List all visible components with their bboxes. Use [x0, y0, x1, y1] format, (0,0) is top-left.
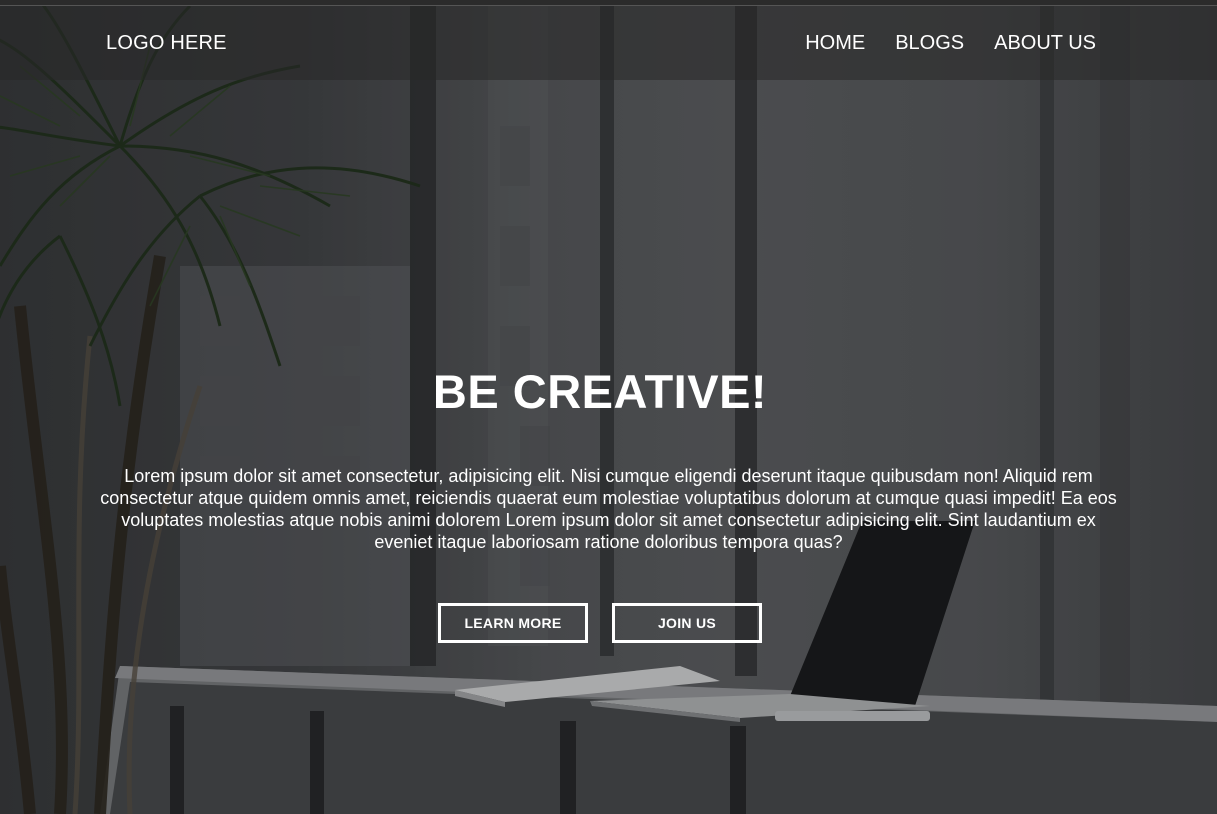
logo[interactable]: LOGO HERE — [106, 32, 227, 55]
join-us-button[interactable]: JOIN US — [612, 603, 762, 643]
window-top-edge — [0, 0, 1217, 6]
main-nav: HOME BLOGS ABOUT US — [805, 32, 1096, 55]
hero-description: Lorem ipsum dolor sit amet consectetur, … — [100, 466, 1117, 552]
hero-content: BE CREATIVE! Lorem ipsum dolor sit amet … — [0, 364, 1217, 643]
navbar: LOGO HERE HOME BLOGS ABOUT US — [0, 6, 1217, 80]
hero-headline: BE CREATIVE! — [432, 365, 768, 418]
nav-link-blogs[interactable]: BLOGS — [895, 32, 964, 55]
hero-buttons: LEARN MORE JOIN US — [0, 603, 1217, 643]
hero-section: LOGO HERE HOME BLOGS ABOUT US BE CREATIV… — [0, 6, 1217, 814]
learn-more-button[interactable]: LEARN MORE — [438, 603, 588, 643]
nav-link-about-us[interactable]: ABOUT US — [994, 32, 1096, 55]
nav-link-home[interactable]: HOME — [805, 32, 865, 55]
